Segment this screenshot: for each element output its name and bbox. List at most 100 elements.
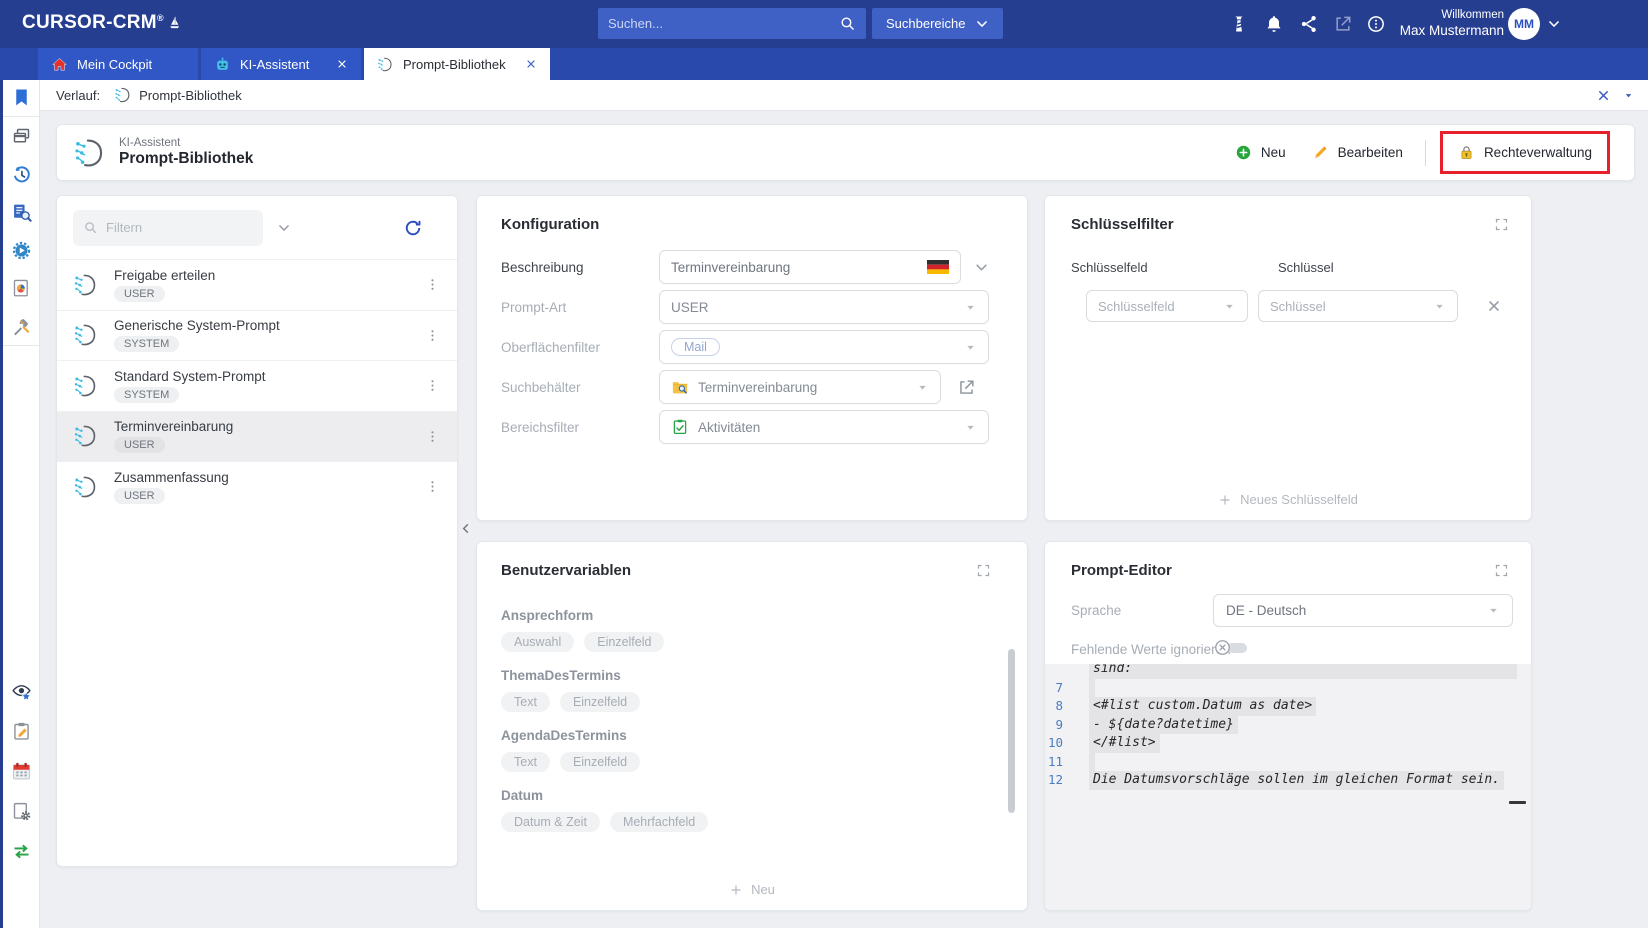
list-item-standard-system-prompt[interactable]: Standard System-PromptSYSTEM bbox=[57, 360, 457, 411]
prompt-editor-title: Prompt-Editor bbox=[1071, 562, 1172, 579]
kebab-menu-icon[interactable] bbox=[424, 428, 441, 445]
list-item-body: TerminvereinbarungUSER bbox=[114, 419, 424, 453]
line-number: 12 bbox=[1045, 771, 1063, 790]
kebab-menu-icon[interactable] bbox=[424, 276, 441, 293]
kebab-menu-icon[interactable] bbox=[424, 327, 441, 344]
bearbeiten-button[interactable]: Bearbeiten bbox=[1312, 144, 1403, 161]
scrollbar-thumb[interactable] bbox=[1008, 649, 1015, 813]
windows-icon bbox=[11, 126, 32, 147]
global-search[interactable] bbox=[598, 8, 866, 39]
bell-icon[interactable] bbox=[1264, 14, 1284, 34]
sidebar-doc-gear-button[interactable] bbox=[3, 791, 39, 831]
add-variable-button[interactable]: Neu bbox=[477, 882, 1027, 897]
expand-field-icon[interactable] bbox=[974, 260, 989, 275]
description-input[interactable] bbox=[671, 260, 919, 275]
history-entry[interactable]: Prompt-Bibliothek bbox=[139, 88, 242, 103]
expand-icon[interactable] bbox=[976, 563, 991, 578]
variable-tag: Datum & Zeit bbox=[501, 812, 600, 832]
list-item-freigabe-erteilen[interactable]: Freigabe erteilenUSER bbox=[57, 259, 457, 310]
gear-play-icon bbox=[11, 240, 32, 261]
rechteverwaltung-button[interactable]: Rechteverwaltung bbox=[1440, 131, 1610, 174]
doc-search-icon bbox=[11, 202, 32, 223]
sidebar-bookmark-button[interactable] bbox=[3, 78, 39, 116]
close-tab-icon[interactable] bbox=[525, 58, 537, 70]
avatar[interactable]: MM bbox=[1508, 8, 1540, 40]
search-icon[interactable] bbox=[839, 15, 856, 32]
list-item-generische-system-prompt[interactable]: Generische System-PromptSYSTEM bbox=[57, 310, 457, 361]
lighthouse-icon[interactable] bbox=[1229, 14, 1249, 34]
line-number: 9 bbox=[1045, 716, 1063, 735]
filter-input[interactable] bbox=[106, 220, 253, 235]
share-icon[interactable] bbox=[1299, 14, 1319, 34]
sidebar-windows-button[interactable] bbox=[3, 117, 39, 155]
doc-gear-icon bbox=[11, 801, 32, 822]
variable-tag: Auswahl bbox=[501, 632, 574, 652]
ignore-missing-toggle[interactable] bbox=[1213, 638, 1247, 657]
close-history-icon[interactable] bbox=[1596, 88, 1611, 103]
code-line: 9- ${date?datetime} bbox=[1045, 716, 1531, 735]
list-item-zusammenfassung[interactable]: ZusammenfassungUSER bbox=[57, 461, 457, 512]
kebab-menu-icon[interactable] bbox=[424, 478, 441, 495]
close-tab-icon[interactable] bbox=[336, 58, 348, 70]
prompt-art-select[interactable]: USER bbox=[659, 290, 989, 324]
list-item-body: Standard System-PromptSYSTEM bbox=[114, 369, 424, 403]
tab-mein-cockpit[interactable]: Mein Cockpit bbox=[38, 48, 198, 80]
neu-button[interactable]: Neu bbox=[1235, 144, 1286, 161]
key-filter-headers: Schlüsselfeld Schlüssel bbox=[1071, 260, 1505, 275]
sidebar-clipboard-pencil-button[interactable] bbox=[3, 711, 39, 751]
tab-ki-assistent[interactable]: KI-Assistent bbox=[201, 48, 361, 80]
key-field-select[interactable]: Schlüsselfeld bbox=[1086, 290, 1248, 322]
sidebar-history-button[interactable] bbox=[3, 155, 39, 193]
sidebar-doc-pie-button[interactable] bbox=[3, 269, 39, 307]
code-text bbox=[1089, 679, 1095, 698]
description-field[interactable] bbox=[659, 250, 961, 284]
tab-bar: Mein CockpitKI-Assistent Prompt-Bibliothe… bbox=[0, 48, 1648, 80]
caret-down-icon bbox=[1487, 604, 1500, 617]
sidebar-gear-play-button[interactable] bbox=[3, 231, 39, 269]
list-item-terminvereinbarung[interactable]: TerminvereinbarungUSER bbox=[57, 411, 457, 462]
search-scopes-button[interactable]: Suchbereiche bbox=[872, 8, 1003, 39]
bereichsfilter-select[interactable]: Aktivitäten bbox=[659, 410, 989, 444]
plus-icon bbox=[729, 883, 743, 897]
external-link-icon[interactable] bbox=[957, 378, 976, 397]
ai-head-icon bbox=[73, 272, 99, 298]
sidebar-tools-button[interactable] bbox=[3, 307, 39, 345]
tab-prompt-bibliothek[interactable]: Prompt-Bibliothek bbox=[364, 48, 550, 80]
suchbeh-lter-select[interactable]: Terminvereinbarung bbox=[659, 370, 941, 404]
konfig-row-bereichsfilter: BereichsfilterAktivitäten bbox=[501, 410, 1003, 444]
list-item-body: Freigabe erteilenUSER bbox=[114, 268, 424, 302]
add-key-field-button[interactable]: Neues Schlüsselfeld bbox=[1045, 492, 1531, 507]
variable-tags: Datum & ZeitMehrfachfeld bbox=[501, 812, 1003, 832]
global-search-input[interactable] bbox=[608, 16, 839, 31]
language-select[interactable]: DE - Deutsch bbox=[1213, 594, 1513, 627]
app-logo: CURSOR-CRM® bbox=[22, 12, 182, 34]
expand-icon[interactable] bbox=[1494, 217, 1509, 232]
robot-icon bbox=[214, 56, 231, 73]
search-scopes-label: Suchbereiche bbox=[886, 16, 966, 31]
history-dropdown-icon[interactable] bbox=[1623, 90, 1634, 101]
code-editor[interactable]: sind:78<#list custom.Datum as date>9- ${… bbox=[1045, 664, 1531, 910]
user-menu-chevron-icon[interactable] bbox=[1547, 17, 1561, 31]
sidebar-eye-star-button[interactable] bbox=[3, 671, 39, 711]
collapse-panel-handle[interactable] bbox=[459, 520, 473, 537]
filter-field[interactable] bbox=[73, 210, 263, 246]
editor-scroll-marker[interactable] bbox=[1509, 801, 1526, 804]
info-icon[interactable] bbox=[1366, 14, 1386, 34]
tab-label: Prompt-Bibliothek bbox=[403, 57, 506, 72]
sidebar-calendar-button[interactable] bbox=[3, 751, 39, 791]
expand-icon[interactable] bbox=[1494, 563, 1509, 578]
eye-star-icon bbox=[11, 681, 32, 702]
sidebar-sync-button[interactable] bbox=[3, 831, 39, 871]
filter-options-chevron-icon[interactable] bbox=[277, 221, 291, 235]
oberfl-chenfilter-select[interactable]: Mail bbox=[659, 330, 989, 364]
bookmark-icon bbox=[11, 87, 32, 108]
caret-down-icon bbox=[1433, 300, 1446, 313]
remove-filter-icon[interactable] bbox=[1486, 298, 1502, 314]
sidebar-doc-search-button[interactable] bbox=[3, 193, 39, 231]
kebab-menu-icon[interactable] bbox=[424, 377, 441, 394]
divider bbox=[1425, 140, 1426, 166]
calendar-icon bbox=[11, 761, 32, 782]
refresh-icon[interactable] bbox=[403, 218, 423, 238]
key-select[interactable]: Schlüssel bbox=[1258, 290, 1458, 322]
external-link-icon[interactable] bbox=[1333, 14, 1353, 34]
